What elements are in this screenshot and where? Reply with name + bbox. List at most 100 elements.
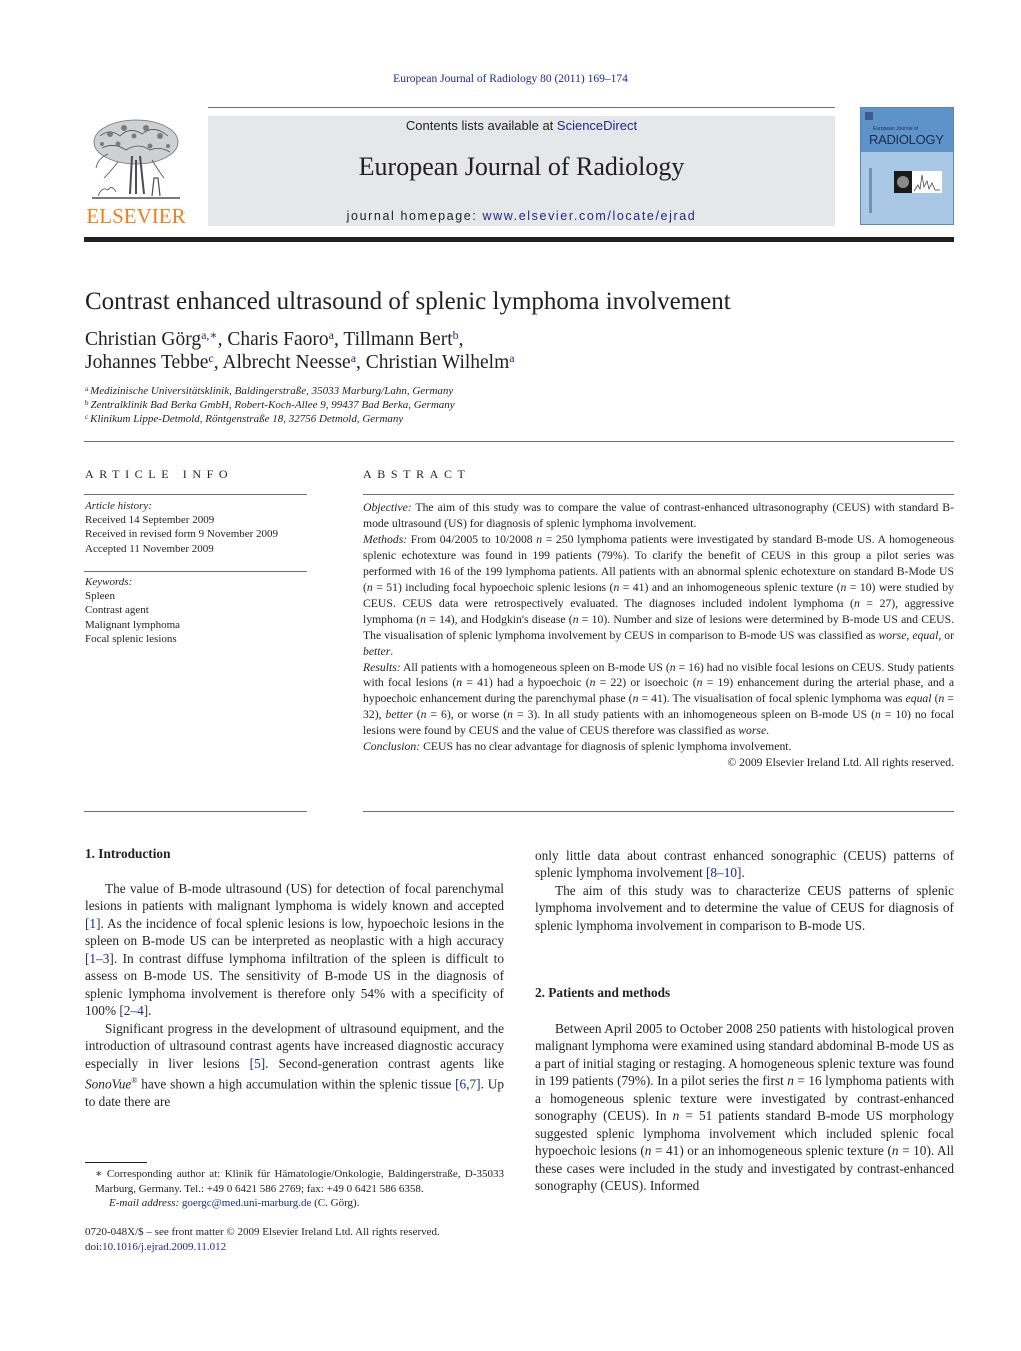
author-affil-mark[interactable]: a,∗ (201, 328, 217, 342)
abstract-conclusion: Conclusion: CEUS has no clear advantage … (363, 739, 954, 755)
body-paragraph: The aim of this study was to characteriz… (535, 882, 954, 933)
affiliation-text: Zentralklinik Bad Berka GmbH, Robert-Koc… (90, 399, 455, 411)
author-sep: , (356, 352, 366, 373)
paragraph-text: have shown a high accumulation within th… (137, 1076, 456, 1092)
abstract-copyright: © 2009 Elsevier Ireland Ltd. All rights … (727, 756, 954, 770)
author-sep: , (217, 329, 228, 350)
article-info-heading: ARTICLE INFO (85, 467, 234, 481)
body-column-right-methods: Between April 2005 to October 2008 250 p… (535, 1020, 954, 1195)
cover-graph-icon (912, 171, 942, 193)
abstract-bottom-rule (363, 811, 954, 812)
abstract-results: Results: All patients with a homogeneous… (363, 660, 954, 740)
paragraph-text: The value of B-mode ultrasound (US) for … (85, 881, 504, 914)
body-paragraph: Between April 2005 to October 2008 250 p… (535, 1020, 954, 1195)
citation-link[interactable]: [1–3] (85, 951, 114, 966)
running-head[interactable]: European Journal of Radiology 80 (2011) … (0, 73, 1021, 85)
abstract-rule (363, 494, 954, 495)
section-heading-patients-methods: 2. Patients and methods (535, 985, 671, 1000)
elsevier-logo: ELSEVIER (84, 116, 188, 228)
doi-link[interactable]: 10.1016/j.ejrad.2009.11.012 (102, 1241, 226, 1253)
conclusion-text: CEUS has no clear advantage for diagnosi… (420, 740, 792, 754)
results-text: ( (412, 708, 421, 722)
keyword-item: Spleen (85, 590, 115, 603)
paragraph-text: = 41) or an inhomogeneous splenic textur… (651, 1143, 892, 1159)
authors-line-2: Johannes Tebbec, Albrecht Neessea, Chris… (85, 351, 515, 374)
journal-title: European Journal of Radiology (358, 152, 685, 181)
author-affil-mark[interactable]: a (509, 351, 514, 365)
citation-link[interactable]: [5] (250, 1056, 266, 1071)
history-item: Accepted 11 November 2009 (85, 542, 214, 555)
methods-text: = 14), and Hodgkin's disease ( (425, 612, 573, 626)
keyword-item: Malignant lymphoma (85, 618, 181, 631)
citation-link[interactable]: [6,7] (455, 1076, 480, 1091)
citation-link[interactable]: [8–10] (706, 865, 741, 880)
abstract-objective: Objective: The aim of this study was to … (363, 500, 954, 532)
paragraph-text: . As the incidence of focal splenic lesi… (85, 915, 504, 949)
doi-prefix: doi: (85, 1240, 103, 1253)
elsevier-tree-icon (92, 119, 180, 199)
corresponding-author-footnote: ∗ Corresponding author at: Klinik für Hä… (85, 1167, 504, 1211)
keywords-label: Keywords: (85, 576, 133, 588)
methods-text: = 41) and an inhomogeneous splenic textu… (619, 580, 841, 594)
body-paragraph: only little data about contrast enhanced… (535, 847, 954, 882)
affiliation-text: Klinikum Lippe-Detmold, Röntgenstraße 18… (90, 413, 404, 425)
article-title: Contrast enhanced ultrasound of splenic … (85, 288, 731, 315)
affiliation-item: b Zentralklinik Bad Berka GmbH, Robert-Ko… (85, 398, 455, 412)
results-text: = 41) had a hypoechoic ( (462, 676, 590, 690)
objective-text: The aim of this study was to compare the… (363, 501, 954, 530)
results-text: = 41). The visualisation of focal spleni… (638, 692, 906, 706)
keywords-rule (84, 571, 307, 572)
running-head-link[interactable]: European Journal of Radiology 80 (2011) … (393, 73, 628, 85)
affiliation-text: Medizinische Universitätsklinik, Balding… (90, 385, 454, 397)
section-heading-introduction: 1. Introduction (85, 846, 171, 861)
paragraph-text: . (741, 865, 745, 881)
keywords: Keywords: Spleen Contrast agent Malignan… (85, 575, 180, 646)
sciencedirect-link[interactable]: ScienceDirect (557, 118, 637, 133)
methods-text: From 04/2005 to 10/2008 (407, 532, 537, 546)
homepage-link[interactable]: www.elsevier.com/locate/ejrad (482, 209, 696, 223)
front-matter-text: 0720-048X/$ – see front matter © 2009 El… (85, 1226, 440, 1238)
journal-masthead: Contents lists available at ScienceDirec… (208, 116, 835, 226)
article-history: Article history: Received 14 September 2… (85, 499, 278, 556)
email-label: E-mail address: (109, 1197, 180, 1209)
front-matter: 0720-048X/$ – see front matter © 2009 El… (85, 1225, 440, 1254)
homepage-line: journal homepage: www.elsevier.com/locat… (208, 209, 835, 223)
affiliation-mark: a (85, 385, 89, 393)
email-link[interactable]: goergc@med.uni-marburg.de (182, 1197, 311, 1209)
objective-label: Objective: (363, 501, 412, 514)
corresponding-text: ∗ Corresponding author at: Klinik für Hä… (95, 1168, 504, 1195)
contents-prefix: Contents lists available at (405, 118, 557, 133)
keyword-item: Focal splenic lesions (85, 632, 177, 645)
email-line: E-mail address: goergc@med.uni-marburg.d… (85, 1196, 504, 1211)
citation-link[interactable]: [2–4] (119, 1003, 148, 1018)
emphasis-worse: worse (738, 724, 767, 738)
body-paragraph: Significant progress in the development … (85, 1020, 504, 1111)
cover-big-title: RADIOLOGY (869, 132, 944, 147)
author-name: Johannes Tebbe (85, 352, 209, 373)
methods-label: Methods: (363, 532, 408, 546)
methods-text: = 51) including focal hypoechoic splenic… (372, 580, 614, 594)
author-name: Albrecht Neesse (222, 352, 351, 373)
body-column-left: The value of B-mode ultrasound (US) for … (85, 880, 504, 1110)
cover-seal-icon (865, 112, 873, 120)
history-label: Article history: (85, 500, 152, 512)
product-name: SonoVue (85, 1076, 132, 1092)
emphasis-better: better (385, 708, 413, 722)
results-text: = 3). In all study patients with an inho… (513, 708, 875, 722)
emphasis-worse: worse (878, 628, 907, 642)
author-name: Christian Wilhelm (365, 352, 510, 373)
authors-line-1: Christian Görga,∗, Charis Faoroa, Tillma… (85, 328, 515, 351)
elsevier-wordmark: ELSEVIER (86, 204, 186, 228)
author-name: Charis Faoro (227, 329, 329, 350)
footnote-rule (85, 1162, 147, 1163)
article-info-rule (84, 494, 307, 495)
body-paragraph: The value of B-mode ultrasound (US) for … (85, 880, 504, 1020)
citation-link[interactable]: [1] (85, 916, 101, 931)
history-item: Received in revised form 9 November 2009 (85, 528, 279, 541)
affiliations: a Medizinische Universitätsklinik, Baldin… (85, 384, 455, 426)
abstract-methods: Methods: From 04/2005 to 10/2008 n = 250… (363, 532, 954, 660)
methods-text: , or (938, 628, 954, 642)
affiliation-item: a Medizinische Universitätsklinik, Baldin… (85, 384, 455, 398)
n-symbol: n (787, 1073, 794, 1089)
abstract-heading: ABSTRACT (363, 467, 471, 481)
